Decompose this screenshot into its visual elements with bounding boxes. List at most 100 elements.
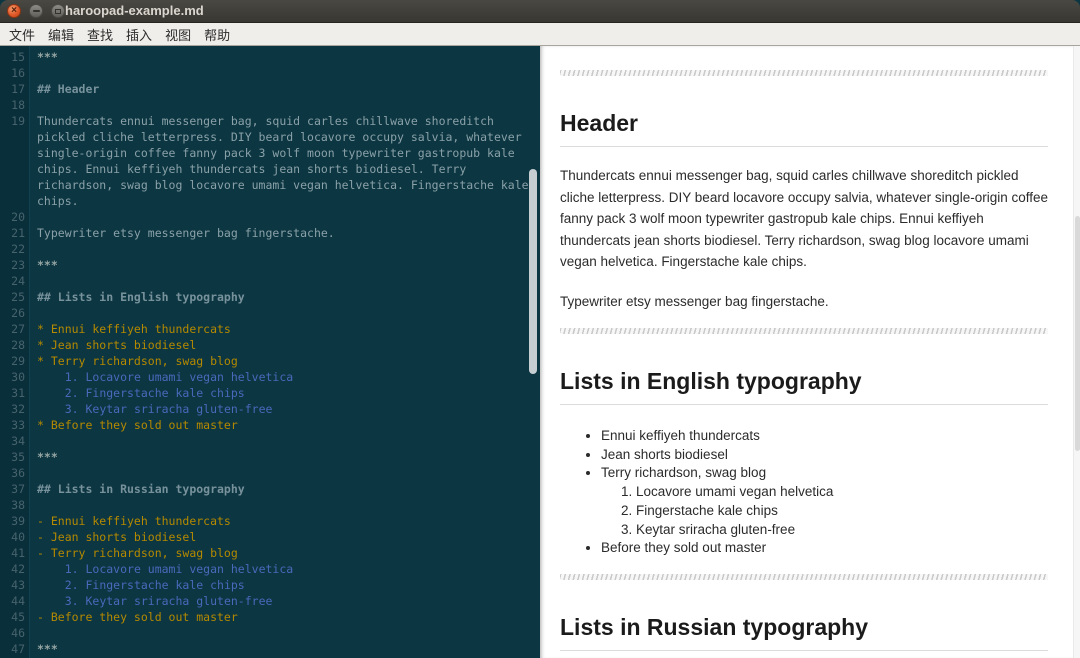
menu-item-4[interactable]: 插入 bbox=[126, 25, 152, 44]
menu-item-3[interactable]: 查找 bbox=[87, 25, 113, 44]
editor-line-28[interactable]: 28* Jean shorts biodiesel bbox=[0, 337, 540, 353]
nested-ordered-list: Locavore umami vegan helveticaFingerstac… bbox=[601, 483, 1048, 539]
line-text bbox=[30, 65, 539, 81]
editor-line-24[interactable]: 24 bbox=[0, 273, 540, 289]
preview-horizontal-rule bbox=[560, 70, 1048, 76]
editor-line-18[interactable]: 18 bbox=[0, 97, 540, 113]
editor-line-16[interactable]: 16 bbox=[0, 65, 540, 81]
line-text: 2. Fingerstache kale chips bbox=[30, 385, 539, 401]
preview-horizontal-rule bbox=[560, 328, 1048, 334]
editor-line-43[interactable]: 43 2. Fingerstache kale chips bbox=[0, 577, 540, 593]
line-text: *** bbox=[30, 449, 539, 465]
line-text: *** bbox=[30, 257, 539, 273]
line-number: 22 bbox=[0, 241, 30, 257]
editor-pane[interactable]: 15***1617## Header1819Thundercats ennui … bbox=[0, 46, 540, 658]
close-button[interactable]: × bbox=[7, 4, 21, 18]
line-number: 15 bbox=[0, 49, 30, 65]
editor-line-27[interactable]: 27* Ennui keffiyeh thundercats bbox=[0, 321, 540, 337]
preview-pane: HeaderThundercats ennui messenger bag, s… bbox=[540, 46, 1080, 658]
list-item: Terry richardson, swag blogLocavore umam… bbox=[601, 464, 1048, 539]
editor-line-36[interactable]: 36 bbox=[0, 465, 540, 481]
preview-list: Ennui keffiyeh thundercatsJean shorts bi… bbox=[560, 427, 1048, 558]
line-text: 2. Fingerstache kale chips bbox=[30, 577, 539, 593]
line-text bbox=[30, 97, 539, 113]
preview-horizontal-rule bbox=[560, 574, 1048, 580]
editor-line-34[interactable]: 34 bbox=[0, 433, 540, 449]
editor-line-46[interactable]: 46 bbox=[0, 625, 540, 641]
line-number: 21 bbox=[0, 225, 30, 241]
editor-line-33[interactable]: 33* Before they sold out master bbox=[0, 417, 540, 433]
line-number: 32 bbox=[0, 401, 30, 417]
line-text bbox=[30, 497, 539, 513]
maximize-button[interactable] bbox=[51, 4, 65, 18]
list-item: Jean shorts biodiesel bbox=[601, 446, 1048, 465]
line-number: 41 bbox=[0, 545, 30, 561]
line-text bbox=[30, 465, 539, 481]
editor-line-17[interactable]: 17## Header bbox=[0, 81, 540, 97]
editor-line-32[interactable]: 32 3. Keytar sriracha gluten-free bbox=[0, 401, 540, 417]
line-text: * Terry richardson, swag blog bbox=[30, 353, 539, 369]
editor-line-29[interactable]: 29* Terry richardson, swag blog bbox=[0, 353, 540, 369]
editor-line-38[interactable]: 38 bbox=[0, 497, 540, 513]
main-split: 15***1617## Header1819Thundercats ennui … bbox=[0, 46, 1080, 658]
line-number: 43 bbox=[0, 577, 30, 593]
menu-item-6[interactable]: 帮助 bbox=[204, 25, 230, 44]
editor-line-37[interactable]: 37## Lists in Russian typography bbox=[0, 481, 540, 497]
editor-line-44[interactable]: 44 3. Keytar sriracha gluten-free bbox=[0, 593, 540, 609]
line-number: 17 bbox=[0, 81, 30, 97]
line-text: ## Lists in Russian typography bbox=[30, 481, 539, 497]
line-number: 26 bbox=[0, 305, 30, 321]
minimize-button[interactable] bbox=[29, 4, 43, 18]
line-number: 29 bbox=[0, 353, 30, 369]
window-controls: × bbox=[7, 4, 65, 18]
line-number: 44 bbox=[0, 593, 30, 609]
preview-heading: Lists in English typography bbox=[560, 368, 1048, 405]
editor-line-15[interactable]: 15*** bbox=[0, 49, 540, 65]
preview-scrollbar[interactable] bbox=[1073, 46, 1080, 658]
editor-line-21[interactable]: 21Typewriter etsy messenger bag fingerst… bbox=[0, 225, 540, 241]
menu-item-5[interactable]: 视图 bbox=[165, 25, 191, 44]
menu-item-1[interactable]: 文件 bbox=[9, 25, 35, 44]
editor-line-41[interactable]: 41- Terry richardson, swag blog bbox=[0, 545, 540, 561]
editor-line-19[interactable]: 19Thundercats ennui messenger bag, squid… bbox=[0, 113, 540, 209]
line-text: 3. Keytar sriracha gluten-free bbox=[30, 593, 539, 609]
ordered-list-item: Locavore umami vegan helvetica bbox=[636, 483, 1048, 502]
line-text bbox=[30, 209, 539, 225]
haroopad-window: × haroopad-example.md 文件编辑查找插入视图帮助 15***… bbox=[0, 0, 1080, 658]
editor-line-42[interactable]: 42 1. Locavore umami vegan helvetica bbox=[0, 561, 540, 577]
line-number: 42 bbox=[0, 561, 30, 577]
menu-item-2[interactable]: 编辑 bbox=[48, 25, 74, 44]
line-text: 1. Locavore umami vegan helvetica bbox=[30, 369, 539, 385]
line-number: 47 bbox=[0, 641, 30, 657]
editor-line-47[interactable]: 47*** bbox=[0, 641, 540, 657]
line-number: 23 bbox=[0, 257, 30, 273]
line-number: 28 bbox=[0, 337, 30, 353]
editor-line-30[interactable]: 30 1. Locavore umami vegan helvetica bbox=[0, 369, 540, 385]
line-number: 40 bbox=[0, 529, 30, 545]
line-number: 27 bbox=[0, 321, 30, 337]
line-text: *** bbox=[30, 641, 539, 657]
editor-line-45[interactable]: 45- Before they sold out master bbox=[0, 609, 540, 625]
editor-line-26[interactable]: 26 bbox=[0, 305, 540, 321]
preview-heading: Lists in Russian typography bbox=[560, 614, 1048, 651]
editor-line-39[interactable]: 39- Ennui keffiyeh thundercats bbox=[0, 513, 540, 529]
line-number: 34 bbox=[0, 433, 30, 449]
list-item: Before they sold out master bbox=[601, 539, 1048, 558]
editor-line-23[interactable]: 23*** bbox=[0, 257, 540, 273]
line-text: - Ennui keffiyeh thundercats bbox=[30, 513, 539, 529]
ordered-list-item: Keytar sriracha gluten-free bbox=[636, 521, 1048, 540]
editor-line-31[interactable]: 31 2. Fingerstache kale chips bbox=[0, 385, 540, 401]
menubar: 文件编辑查找插入视图帮助 bbox=[0, 23, 1080, 46]
line-text: 3. Keytar sriracha gluten-free bbox=[30, 401, 539, 417]
editor-line-25[interactable]: 25## Lists in English typography bbox=[0, 289, 540, 305]
editor-line-20[interactable]: 20 bbox=[0, 209, 540, 225]
line-number: 46 bbox=[0, 625, 30, 641]
line-number: 45 bbox=[0, 609, 30, 625]
editor-scrollbar-thumb[interactable] bbox=[529, 169, 537, 374]
line-text: Typewriter etsy messenger bag fingerstac… bbox=[30, 225, 539, 241]
editor-line-35[interactable]: 35*** bbox=[0, 449, 540, 465]
editor-line-22[interactable]: 22 bbox=[0, 241, 540, 257]
preview-scrollbar-thumb[interactable] bbox=[1075, 216, 1080, 451]
editor-lines: 15***1617## Header1819Thundercats ennui … bbox=[0, 46, 540, 657]
editor-line-40[interactable]: 40- Jean shorts biodiesel bbox=[0, 529, 540, 545]
